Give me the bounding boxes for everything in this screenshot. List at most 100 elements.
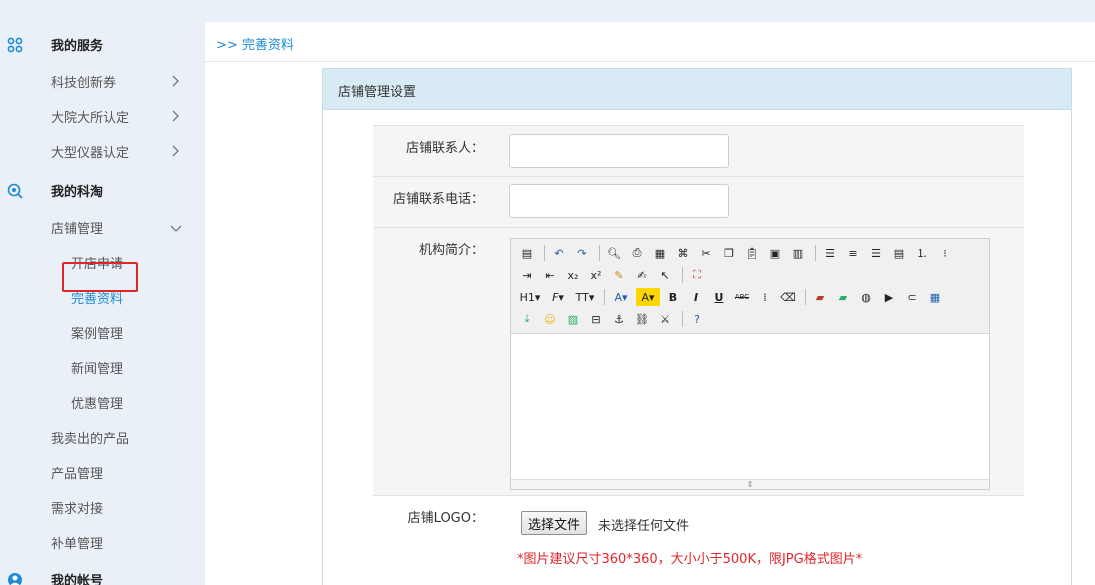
- indent-icon[interactable]: ⇥: [517, 266, 537, 284]
- magnifier-icon: [7, 183, 23, 199]
- sidebar-item-discount-management[interactable]: 优惠管理: [0, 385, 205, 420]
- phone-label: 店铺联系电话：: [392, 192, 484, 207]
- attachment-icon[interactable]: ⊂: [902, 288, 922, 306]
- highlight-color-icon[interactable]: A▾: [636, 288, 660, 306]
- contact-row: 店铺联系人：: [373, 125, 1024, 176]
- outdent-icon[interactable]: ⇤: [540, 266, 560, 284]
- flash-icon[interactable]: ◍: [856, 288, 876, 306]
- underline-button[interactable]: U: [709, 288, 729, 306]
- section-title: 我的科淘: [51, 185, 104, 200]
- active-item-highlight: [62, 262, 138, 292]
- editor-resize-bar[interactable]: ⇕: [511, 479, 989, 489]
- link-icon[interactable]: ⛓: [632, 310, 652, 328]
- cut-icon[interactable]: ✂: [696, 244, 716, 262]
- template-icon[interactable]: ▦: [650, 244, 670, 262]
- paste-icon[interactable]: 📋︎: [742, 244, 762, 262]
- editor-content-area[interactable]: [511, 334, 989, 479]
- user-icon: [8, 573, 22, 585]
- panel-header: 店铺管理设置: [323, 69, 1071, 110]
- paste-text-icon[interactable]: ▣: [765, 244, 785, 262]
- section-my-services: 我的服务: [0, 27, 205, 62]
- sidebar-item-product-management[interactable]: 产品管理: [0, 455, 205, 490]
- section-my-account: 我的帐号: [0, 562, 205, 585]
- paste-word-icon[interactable]: ▥: [788, 244, 808, 262]
- sidebar-item-news-management[interactable]: 新闻管理: [0, 350, 205, 385]
- panel-title: 店铺管理设置: [338, 85, 417, 100]
- copy-icon[interactable]: ❐: [719, 244, 739, 262]
- emoticon-icon[interactable]: ☺: [540, 310, 560, 328]
- sidebar-item-store-management[interactable]: 店铺管理: [0, 210, 205, 245]
- italic-button[interactable]: I: [686, 288, 706, 306]
- intro-row: 机构简介： ▤ ↶ ↷ 🔍︎ ⎙ ▦ ⌘ ✂ ❐ �: [373, 227, 1024, 495]
- sidebar-item-instrument-cert[interactable]: 大型仪器认定: [0, 134, 205, 169]
- contact-label: 店铺联系人：: [405, 141, 484, 156]
- align-justify-icon[interactable]: ▤: [889, 244, 909, 262]
- horizontal-rule-icon[interactable]: ⤓: [517, 310, 537, 328]
- pagebreak-icon[interactable]: ⊟: [586, 310, 606, 328]
- sidebar-item-label: 需求对接: [51, 502, 104, 517]
- unlink-icon[interactable]: ⚔: [655, 310, 675, 328]
- superscript-icon[interactable]: x²: [586, 266, 606, 284]
- file-status: 未选择任何文件: [598, 519, 690, 534]
- help-icon[interactable]: ?: [687, 310, 707, 328]
- font-size-dropdown[interactable]: TT ▾: [573, 288, 597, 306]
- heading-dropdown[interactable]: H1 ▾: [517, 288, 543, 306]
- bullet-list-icon[interactable]: ⁝: [935, 244, 955, 262]
- sidebar-item-order-supplement[interactable]: 补单管理: [0, 525, 205, 560]
- image-icon[interactable]: ▰: [810, 288, 830, 306]
- sidebar: 我的服务 科技创新券 大院大所认定 大型仪器认定 我的科淘 店铺管理 开店申请 …: [0, 22, 205, 585]
- subscript-icon[interactable]: x₂: [563, 266, 583, 284]
- breadcrumb-text[interactable]: >> 完善资料: [216, 34, 294, 53]
- anchor-icon[interactable]: ⚓: [609, 310, 629, 328]
- media-icon[interactable]: ▶: [879, 288, 899, 306]
- strikethrough-button[interactable]: ABC: [732, 288, 752, 306]
- sidebar-item-label: 大型仪器认定: [51, 146, 130, 161]
- font-color-icon[interactable]: A▾: [609, 288, 633, 306]
- code-icon[interactable]: ⌘: [673, 244, 693, 262]
- sidebar-item-label: 产品管理: [51, 467, 104, 482]
- store-settings-panel: 店铺管理设置 店铺联系人： 店铺联系电话： 机构简介： ▤ ↶ ↷ 🔍︎ ⎙ ▦…: [322, 68, 1072, 585]
- chevron-down-icon: [170, 225, 182, 232]
- logo-row: 店铺LOGO： 选择文件 未选择任何文件 *图片建议尺寸360*360，大小小于…: [373, 495, 1024, 585]
- contact-input[interactable]: [509, 134, 729, 168]
- phone-input[interactable]: [509, 184, 729, 218]
- sidebar-item-institute-cert[interactable]: 大院大所认定: [0, 99, 205, 134]
- sidebar-item-label: 优惠管理: [71, 397, 124, 412]
- select-all-icon[interactable]: ✍: [632, 266, 652, 284]
- choose-file-button[interactable]: 选择文件: [521, 511, 588, 535]
- bold-button[interactable]: B: [663, 288, 683, 306]
- table-icon[interactable]: ▦: [925, 288, 945, 306]
- sidebar-item-demand-matching[interactable]: 需求对接: [0, 490, 205, 525]
- preview-icon[interactable]: 🔍︎: [604, 244, 624, 262]
- sidebar-item-case-management[interactable]: 案例管理: [0, 315, 205, 350]
- cursor-icon[interactable]: ↖: [655, 266, 675, 284]
- undo-icon[interactable]: ↶: [549, 244, 569, 262]
- ordered-list-icon[interactable]: ⒈: [912, 244, 932, 262]
- align-left-icon[interactable]: ☰: [820, 244, 840, 262]
- align-center-icon[interactable]: ≡: [843, 244, 863, 262]
- chevron-right-icon: [172, 110, 179, 122]
- phone-row: 店铺联系电话：: [373, 176, 1024, 227]
- main-content: >> 完善资料 店铺管理设置 店铺联系人： 店铺联系电话： 机构简介： ▤ ↶ …: [205, 22, 1095, 585]
- source-icon[interactable]: ▤: [517, 244, 537, 262]
- section-title: 我的帐号: [51, 574, 104, 585]
- multi-image-icon[interactable]: ▰: [833, 288, 853, 306]
- align-right-icon[interactable]: ☰: [866, 244, 886, 262]
- editor-toolbar: ▤ ↶ ↷ 🔍︎ ⎙ ▦ ⌘ ✂ ❐ 📋︎ ▣ ▥ ☰ ≡ ☰ ▤ ⒈ ⁝ ⇥ …: [511, 239, 989, 334]
- insert-image-icon[interactable]: ▨: [563, 310, 583, 328]
- font-family-dropdown[interactable]: F ▾: [546, 288, 570, 306]
- print-icon[interactable]: ⎙: [627, 244, 647, 262]
- logo-hint: *图片建议尺寸360*360，大小小于500K，限JPG格式图片*: [517, 552, 863, 567]
- sidebar-item-label: 我卖出的产品: [51, 432, 130, 447]
- breadcrumb: >> 完善资料: [205, 22, 1095, 62]
- eraser-icon[interactable]: ⌫: [778, 288, 798, 306]
- sidebar-item-innovation-voucher[interactable]: 科技创新券: [0, 64, 205, 99]
- section-my-ketao: 我的科淘: [0, 173, 205, 208]
- clear-format-icon[interactable]: ✎: [609, 266, 629, 284]
- redo-icon[interactable]: ↷: [572, 244, 592, 262]
- rich-text-editor: ▤ ↶ ↷ 🔍︎ ⎙ ▦ ⌘ ✂ ❐ 📋︎ ▣ ▥ ☰ ≡ ☰ ▤ ⒈ ⁝ ⇥ …: [510, 238, 990, 490]
- sidebar-item-label: 科技创新券: [51, 76, 117, 91]
- line-height-icon[interactable]: ⁞: [755, 288, 775, 306]
- sidebar-item-sold-products[interactable]: 我卖出的产品: [0, 420, 205, 455]
- fullscreen-icon[interactable]: ⛶: [687, 266, 707, 284]
